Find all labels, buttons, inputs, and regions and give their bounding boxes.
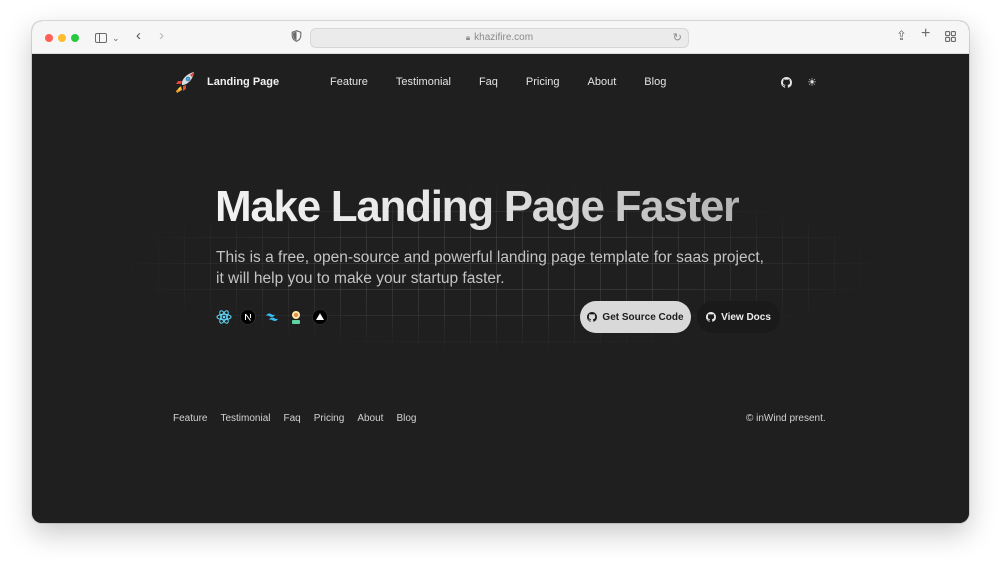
- github-icon[interactable]: [781, 77, 792, 88]
- reload-icon[interactable]: ↻: [673, 31, 682, 44]
- view-docs-button[interactable]: View Docs: [697, 301, 780, 333]
- copyright-text: © inWind present.: [746, 413, 826, 424]
- browser-toolbar: ⌄ ‹ › 🔒︎ khazifire.com ↻ ⇪ +: [32, 21, 969, 54]
- hero-title: Make Landing Page Faster: [215, 182, 740, 231]
- chevron-down-icon[interactable]: ⌄: [112, 31, 120, 45]
- share-icon[interactable]: ⇪: [896, 29, 907, 43]
- theme-toggle-sun-icon[interactable]: ☀: [807, 76, 817, 89]
- footer-link-blog[interactable]: Blog: [396, 413, 416, 424]
- hero-description: This is a free, open-source and powerful…: [216, 249, 764, 287]
- github-icon: [706, 312, 717, 322]
- nav-link-faq[interactable]: Faq: [479, 76, 498, 88]
- minimize-window-button[interactable]: [58, 34, 66, 42]
- new-tab-icon[interactable]: +: [921, 26, 930, 42]
- tech-stack-icons: [216, 309, 328, 325]
- maximize-window-button[interactable]: [71, 34, 79, 42]
- lock-icon: 🔒︎: [465, 33, 471, 42]
- address-bar[interactable]: 🔒︎ khazifire.com ↻: [310, 28, 689, 48]
- web-page: Landing Page Feature Testimonial Faq Pri…: [32, 55, 969, 523]
- url-display: 🔒︎ khazifire.com: [311, 32, 688, 43]
- site-nav: Landing Page Feature Testimonial Faq Pri…: [32, 55, 969, 111]
- footer-link-faq[interactable]: Faq: [284, 413, 301, 424]
- nav-links: Feature Testimonial Faq Pricing About Bl…: [330, 76, 666, 88]
- close-window-button[interactable]: [45, 34, 53, 42]
- nav-link-pricing[interactable]: Pricing: [526, 76, 560, 88]
- brand-logo-link[interactable]: Landing Page: [172, 69, 279, 95]
- sidebar-toggle-icon[interactable]: [95, 33, 107, 43]
- rocket-icon: [176, 72, 194, 93]
- back-arrow-icon[interactable]: ‹: [136, 28, 141, 43]
- get-source-code-button[interactable]: Get Source Code: [580, 301, 691, 333]
- footer-link-pricing[interactable]: Pricing: [314, 413, 345, 424]
- nav-link-about[interactable]: About: [588, 76, 617, 88]
- footer-link-feature[interactable]: Feature: [173, 413, 207, 424]
- nav-link-feature[interactable]: Feature: [330, 76, 368, 88]
- get-source-code-label: Get Source Code: [602, 311, 684, 323]
- forward-arrow-icon[interactable]: ›: [159, 28, 164, 43]
- nav-link-testimonial[interactable]: Testimonial: [396, 76, 451, 88]
- footer-links: Feature Testimonial Faq Pricing About Bl…: [173, 413, 416, 424]
- browser-window: ⌄ ‹ › 🔒︎ khazifire.com ↻ ⇪ + Landing Pag…: [32, 21, 969, 523]
- url-text: khazifire.com: [474, 32, 534, 43]
- tab-overview-icon[interactable]: [945, 31, 956, 42]
- github-icon: [587, 312, 598, 322]
- daisy-icon: [288, 309, 304, 325]
- brand-name: Landing Page: [207, 76, 280, 88]
- react-icon: [216, 309, 232, 325]
- footer-link-testimonial[interactable]: Testimonial: [220, 413, 270, 424]
- tailwind-icon: [264, 309, 280, 325]
- view-docs-label: View Docs: [721, 311, 771, 323]
- privacy-shield-icon[interactable]: [291, 30, 302, 42]
- nav-link-blog[interactable]: Blog: [644, 76, 666, 88]
- vercel-icon: [312, 309, 328, 325]
- nextjs-icon: [240, 309, 256, 325]
- footer-link-about[interactable]: About: [357, 413, 383, 424]
